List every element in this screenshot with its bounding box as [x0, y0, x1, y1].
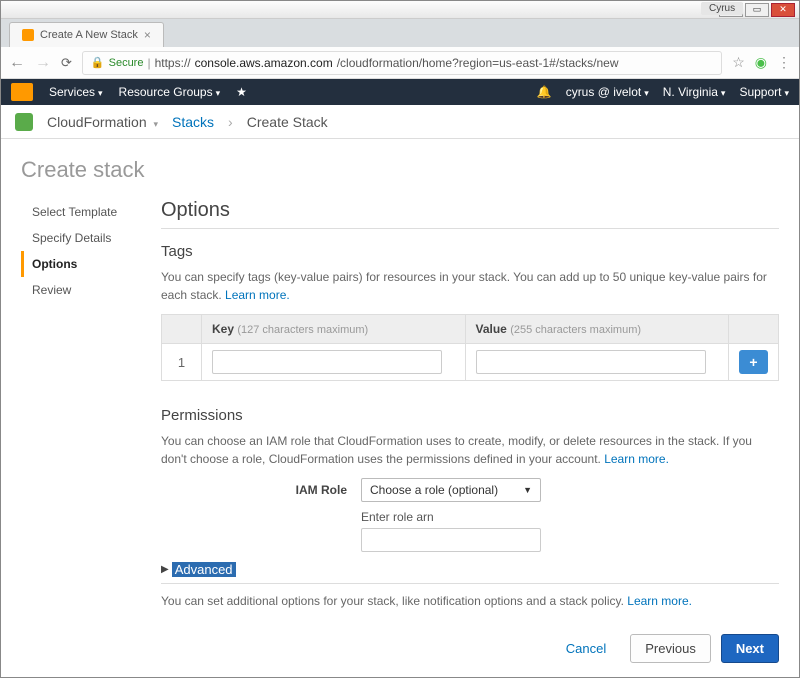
- advanced-learn-more-link[interactable]: Learn more.: [627, 594, 692, 608]
- windows-user-label: Cyrus: [701, 2, 743, 15]
- advanced-description: You can set additional options for your …: [161, 592, 779, 610]
- nav-services[interactable]: Services▾: [49, 85, 103, 99]
- tag-key-input[interactable]: [212, 350, 442, 374]
- browser-tab-strip: Create A New Stack ×: [1, 19, 799, 47]
- previous-button[interactable]: Previous: [630, 634, 711, 663]
- forward-button[interactable]: →: [35, 54, 51, 72]
- add-tag-button[interactable]: +: [739, 350, 767, 374]
- page-title: Create stack: [21, 157, 779, 183]
- wizard-footer: Cancel Previous Next: [161, 620, 779, 678]
- browser-menu-icon[interactable]: ⋮: [777, 54, 791, 71]
- step-specify-details[interactable]: Specify Details: [21, 225, 151, 251]
- wizard-step-nav: Select Template Specify Details Options …: [21, 193, 151, 678]
- bookmark-icon[interactable]: ☆: [732, 54, 745, 71]
- window-close-button[interactable]: ✕: [771, 3, 795, 17]
- chevron-down-icon: ▼: [523, 485, 532, 495]
- url-scheme: https://: [155, 56, 191, 70]
- options-heading: Options: [161, 199, 779, 229]
- cloudformation-icon: [15, 113, 33, 131]
- tags-key-header: Key (127 characters maximum): [202, 315, 466, 344]
- tags-heading: Tags: [161, 243, 779, 260]
- url-host: console.aws.amazon.com: [195, 56, 333, 70]
- chevron-right-icon: ›: [228, 114, 233, 130]
- permissions-heading: Permissions: [161, 407, 779, 424]
- aws-top-nav: Services▾ Resource Groups▾ ★ 🔔 cyrus @ i…: [1, 79, 799, 105]
- tags-table: Key (127 characters maximum) Value (255 …: [161, 314, 779, 381]
- cancel-button[interactable]: Cancel: [552, 635, 620, 662]
- lock-icon: 🔒: [91, 56, 105, 69]
- browser-tab[interactable]: Create A New Stack ×: [9, 22, 164, 47]
- service-name[interactable]: CloudFormation ▾: [47, 114, 158, 130]
- back-button[interactable]: ←: [9, 54, 25, 72]
- nav-support[interactable]: Support▾: [739, 85, 789, 99]
- permissions-description: You can choose an IAM role that CloudFor…: [161, 432, 779, 468]
- aws-favicon-icon: [22, 29, 34, 41]
- role-arn-input[interactable]: [361, 528, 541, 552]
- window-titlebar: Cyrus — ▭ ✕: [1, 1, 799, 19]
- nav-resource-groups[interactable]: Resource Groups▾: [119, 85, 221, 99]
- tab-title: Create A New Stack: [40, 29, 138, 41]
- table-row: 1 +: [162, 344, 779, 381]
- window-maximize-button[interactable]: ▭: [745, 3, 769, 17]
- iam-role-label: IAM Role: [161, 483, 361, 497]
- caret-right-icon: ▶: [161, 564, 169, 575]
- extension-icon[interactable]: ◉: [755, 54, 767, 71]
- step-select-template[interactable]: Select Template: [21, 199, 151, 225]
- next-button[interactable]: Next: [721, 634, 779, 663]
- reload-button[interactable]: ⟳: [61, 55, 72, 71]
- tag-row-index: 1: [162, 344, 202, 381]
- step-review[interactable]: Review: [21, 277, 151, 303]
- bell-icon[interactable]: 🔔: [537, 85, 552, 99]
- iam-role-select[interactable]: Choose a role (optional) ▼: [361, 478, 541, 502]
- service-breadcrumb-bar: CloudFormation ▾ Stacks › Create Stack: [1, 105, 799, 139]
- secure-label: Secure: [109, 57, 144, 69]
- nav-account[interactable]: cyrus @ ivelot▾: [566, 85, 649, 99]
- tags-value-header: Value (255 characters maximum): [465, 315, 729, 344]
- tags-learn-more-link[interactable]: Learn more.: [225, 288, 290, 302]
- role-arn-label: Enter role arn: [361, 510, 541, 524]
- nav-region[interactable]: N. Virginia▾: [663, 85, 726, 99]
- permissions-learn-more-link[interactable]: Learn more.: [604, 452, 669, 466]
- aws-logo-icon[interactable]: [11, 83, 33, 101]
- close-icon[interactable]: ×: [144, 28, 151, 42]
- advanced-toggle[interactable]: ▶ Advanced: [161, 562, 779, 584]
- tag-value-input[interactable]: [476, 350, 706, 374]
- address-bar[interactable]: 🔒 Secure | https://console.aws.amazon.co…: [82, 51, 722, 75]
- step-options[interactable]: Options: [21, 251, 151, 277]
- tags-description: You can specify tags (key-value pairs) f…: [161, 268, 779, 304]
- breadcrumb-create-stack: Create Stack: [247, 114, 328, 130]
- url-path: /cloudformation/home?region=us-east-1#/s…: [337, 56, 619, 70]
- browser-toolbar: ← → ⟳ 🔒 Secure | https://console.aws.ama…: [1, 47, 799, 79]
- breadcrumb-stacks[interactable]: Stacks: [172, 114, 214, 130]
- nav-pin-icon[interactable]: ★: [236, 85, 247, 99]
